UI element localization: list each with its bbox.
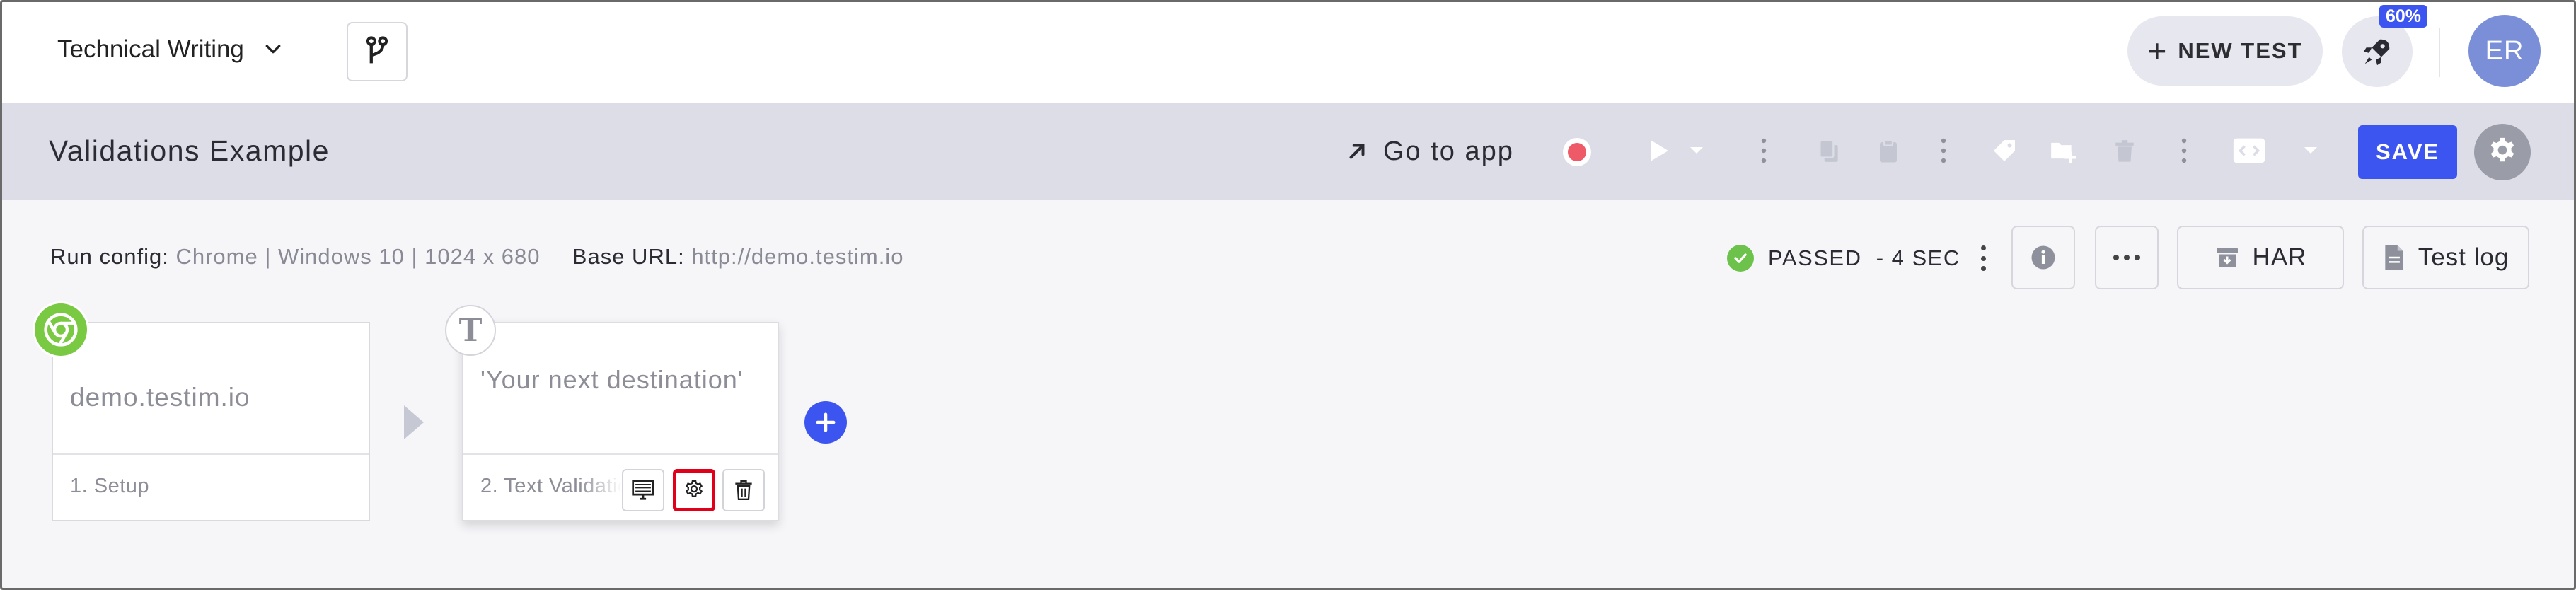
step-footer: 1. Setup: [53, 453, 369, 520]
copy-button[interactable]: [1813, 135, 1844, 166]
run-status[interactable]: PASSED - 4 SEC: [1727, 243, 1960, 274]
chevron-down-icon: [265, 45, 281, 54]
har-label: HAR: [2252, 243, 2307, 271]
tag-icon: [1994, 140, 2015, 161]
rocket-icon: [2363, 39, 2390, 66]
play-icon: [1651, 140, 1668, 161]
run-options-menu[interactable]: [1976, 241, 1990, 275]
trash-icon: [735, 480, 752, 500]
play-options-dropdown[interactable]: [1687, 135, 1706, 166]
code-options-dropdown[interactable]: [2301, 135, 2320, 166]
toolbar-separator: [1936, 135, 1951, 166]
step-delete-button[interactable]: [722, 469, 765, 511]
project-name: Technical Writing: [57, 35, 244, 63]
archive-icon: [2214, 245, 2240, 270]
info-icon: [2031, 245, 2055, 270]
step-content: 'Your next destination': [480, 365, 744, 394]
delete-test-button[interactable]: [2109, 135, 2140, 166]
test-log-label: Test log: [2418, 243, 2509, 271]
step-label: 2. Text Validation: [480, 475, 622, 497]
step-screenshot-button[interactable]: [622, 469, 664, 511]
project-selector[interactable]: Technical Writing: [57, 32, 284, 67]
top-bar: Technical Writing + NEW TEST 60% ER: [2, 2, 2574, 103]
test-header-bar: Validations Example Go to app SAVE: [2, 103, 2574, 200]
caret-down-icon: [1690, 147, 1703, 154]
step-content: demo.testim.io: [70, 383, 250, 412]
run-config-value: Chrome | Windows 10 | 1024 x 680: [175, 244, 541, 269]
status-text: PASSED: [1768, 245, 1862, 270]
run-config-label: Run config:: [50, 244, 169, 269]
step-card-text-validation[interactable]: 'Your next destination' 2. Text Validati…: [462, 322, 779, 521]
arrow-up-right-icon: [1349, 144, 1365, 159]
test-settings-button[interactable]: [2474, 124, 2531, 180]
trash-icon: [2115, 140, 2134, 162]
har-button[interactable]: HAR: [2177, 226, 2344, 289]
go-to-app-button[interactable]: Go to app: [1345, 134, 1514, 169]
toolbar-separator: [2177, 135, 2191, 166]
step-connector-arrow: [404, 405, 424, 439]
run-info-button[interactable]: [2011, 226, 2075, 289]
step-properties-button[interactable]: [673, 469, 715, 511]
gear-icon: [685, 480, 703, 497]
step-footer: 2. Text Validation: [463, 453, 778, 520]
add-to-folder-button[interactable]: [2047, 135, 2078, 166]
test-title[interactable]: Validations Example: [49, 134, 330, 168]
copy-icon: [1819, 139, 1838, 162]
more-options-button[interactable]: [2095, 226, 2159, 289]
plus-icon: [816, 412, 836, 432]
folder-plus-icon: [2051, 142, 2076, 163]
base-url-value: http://demo.testim.io: [691, 244, 904, 269]
divider: [2439, 28, 2440, 77]
go-to-app-label: Go to app: [1383, 136, 1514, 166]
label-button[interactable]: [1989, 135, 2020, 166]
paste-button[interactable]: [1873, 135, 1904, 166]
new-test-button[interactable]: + NEW TEST: [2127, 16, 2323, 86]
branch-icon: [366, 36, 388, 64]
record-button[interactable]: [1563, 138, 1591, 166]
monitor-icon: [632, 480, 654, 500]
document-icon: [2383, 244, 2405, 271]
progress-badge: 60%: [2379, 5, 2427, 28]
step-card-setup[interactable]: demo.testim.io 1. Setup: [52, 322, 370, 521]
step-label: 1. Setup: [70, 475, 150, 497]
toolbar-separator: [1757, 135, 1771, 166]
plus-icon: +: [2147, 33, 2168, 69]
duration-text: - 4 SEC: [1876, 245, 1960, 270]
more-horizontal-icon: [2113, 255, 2140, 260]
app-window: Technical Writing + NEW TEST 60% ER Vali…: [0, 0, 2576, 590]
test-log-button[interactable]: Test log: [2362, 226, 2529, 289]
play-button[interactable]: [1642, 135, 1673, 166]
save-button[interactable]: SAVE: [2358, 125, 2457, 179]
chrome-icon: [35, 303, 87, 356]
new-test-label: NEW TEST: [2178, 38, 2303, 63]
gear-icon: [2490, 137, 2514, 162]
check-circle-icon: [1727, 245, 1754, 272]
run-config: Run config: Chrome | Windows 10 | 1024 x…: [50, 244, 903, 270]
branch-button[interactable]: [347, 22, 408, 81]
text-icon: T: [445, 305, 496, 356]
code-export-button[interactable]: [2231, 135, 2268, 166]
caret-down-icon: [2304, 147, 2317, 154]
base-url-label: Base URL:: [572, 244, 685, 269]
clipboard-icon: [1880, 139, 1897, 163]
avatar[interactable]: ER: [2468, 15, 2541, 87]
add-step-button[interactable]: [804, 401, 847, 444]
code-icon: [2233, 138, 2265, 163]
